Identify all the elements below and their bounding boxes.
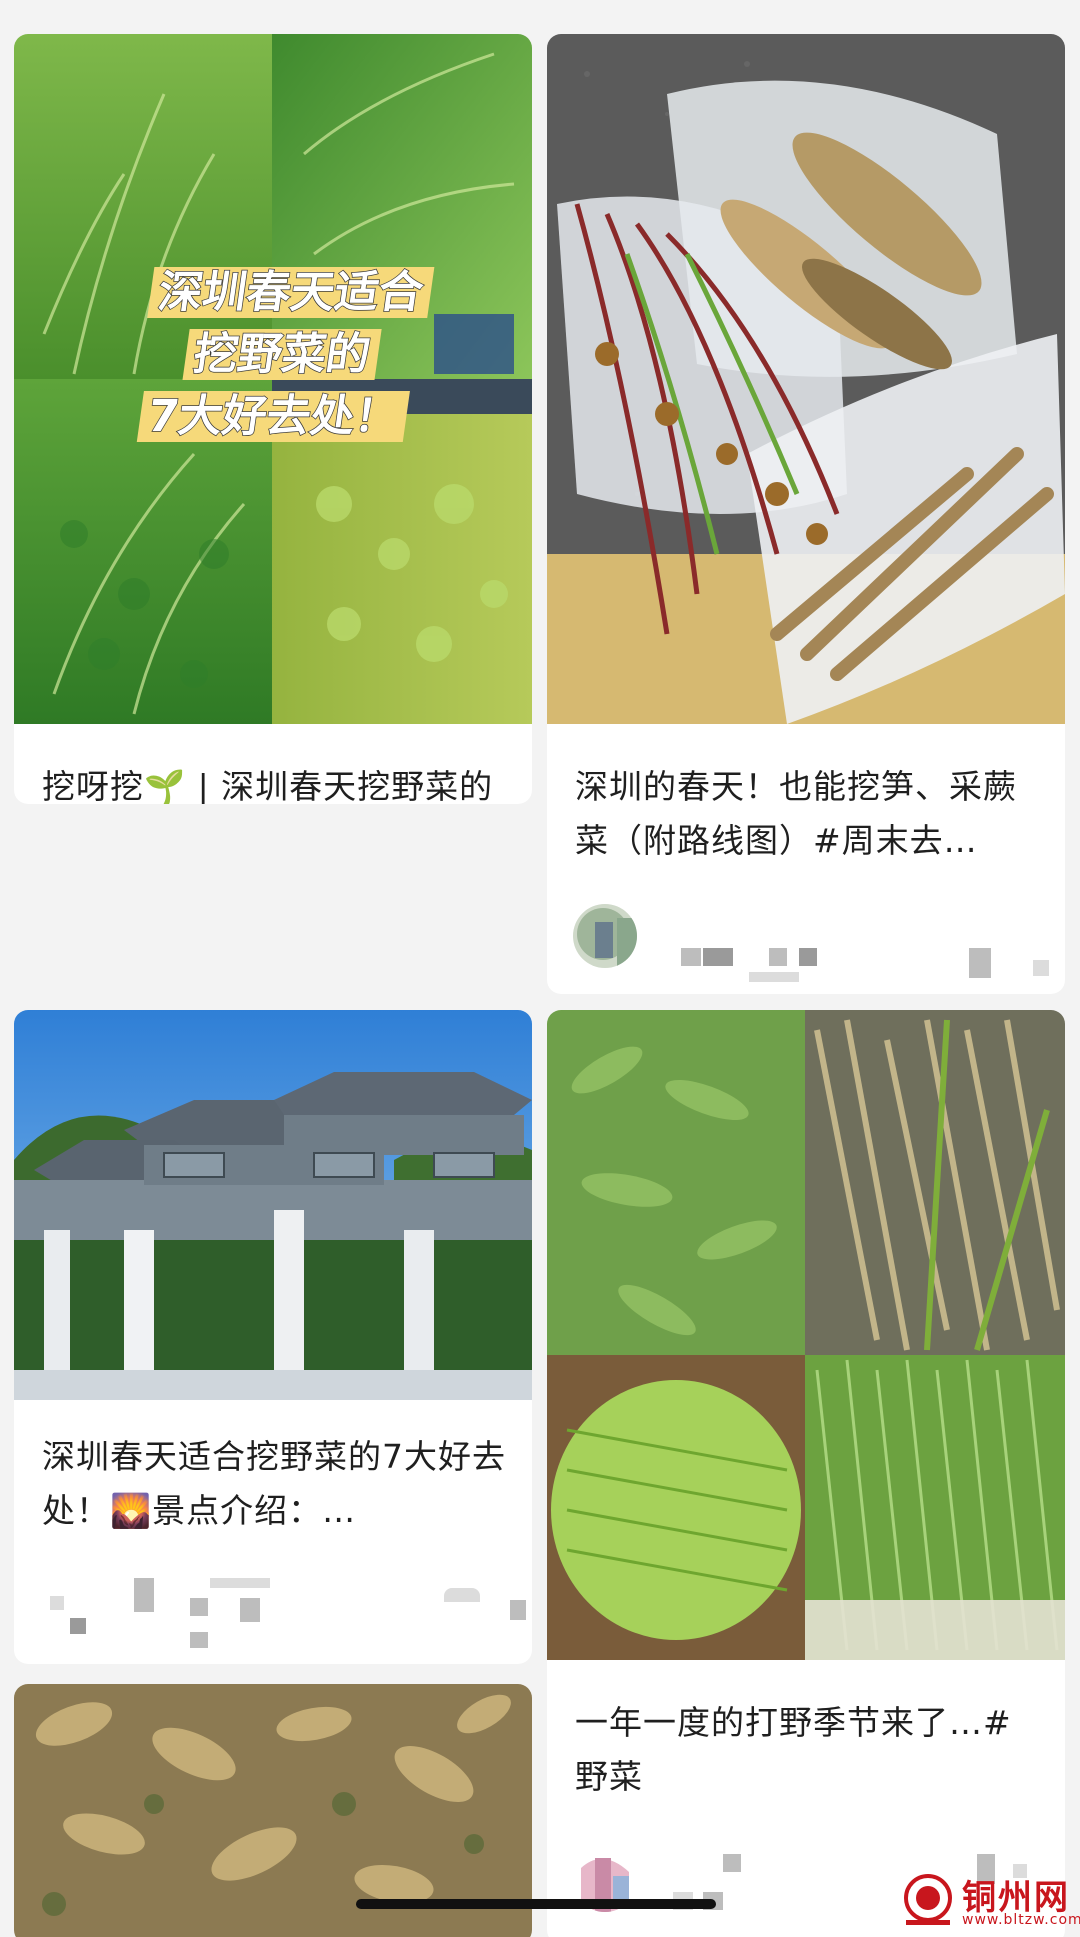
feed-card[interactable]: 深圳的春天！也能挖笋、采蕨菜（附路线图）#周末去… bbox=[547, 34, 1065, 994]
card-thumbnail[interactable] bbox=[547, 1010, 1065, 1660]
card-title[interactable]: 深圳春天适合挖野菜的7大好去处！🌄景点介绍：… bbox=[42, 1430, 508, 1540]
feed-card[interactable]: 深圳春天适合 挖野菜的 7大好去处！ 挖呀挖🌱 | 深圳春天挖野菜的7大好去处！… bbox=[14, 34, 532, 804]
feed-grid: 深圳春天适合 挖野菜的 7大好去处！ 挖呀挖🌱 | 深圳春天挖野菜的7大好去处！… bbox=[14, 34, 1066, 1937]
feed-card[interactable]: 深圳春天适合挖野菜的7大好去处！🌄景点介绍：… bbox=[14, 1010, 532, 1664]
avatar[interactable] bbox=[573, 904, 637, 968]
like-icon[interactable] bbox=[444, 1588, 480, 1602]
card-thumbnail[interactable]: 深圳春天适合 挖野菜的 7大好去处！ bbox=[14, 34, 532, 724]
card-thumbnail[interactable] bbox=[14, 1010, 532, 1400]
like-icon[interactable] bbox=[969, 948, 991, 978]
site-watermark: 铜州网 www.bltzw.com bbox=[900, 1868, 1080, 1934]
feed-card[interactable]: 一年一度的打野季节来了…#野菜 bbox=[547, 1010, 1065, 1937]
overlay-line: 7大好去处！ bbox=[136, 390, 411, 443]
watermark-url: www.bltzw.com bbox=[962, 1912, 1080, 1928]
overlay-line: 深圳春天适合 bbox=[147, 266, 435, 319]
home-indicator[interactable] bbox=[356, 1899, 716, 1909]
thumbnail-overlay-text: 深圳春天适合 挖野菜的 7大好去处！ bbox=[79, 262, 485, 448]
watermark-logo-icon bbox=[900, 1872, 956, 1928]
overlay-line: 挖野菜的 bbox=[182, 328, 382, 381]
card-author-row bbox=[40, 1578, 526, 1648]
card-author-row bbox=[573, 900, 1049, 982]
card-title[interactable]: 一年一度的打野季节来了…#野菜 bbox=[575, 1696, 1041, 1806]
card-title[interactable]: 挖呀挖🌱 | 深圳春天挖野菜的7大好去处！ 🌈 阳… bbox=[42, 760, 508, 804]
card-thumbnail[interactable] bbox=[547, 34, 1065, 724]
card-title[interactable]: 深圳的春天！也能挖笋、采蕨菜（附路线图）#周末去… bbox=[575, 760, 1041, 870]
